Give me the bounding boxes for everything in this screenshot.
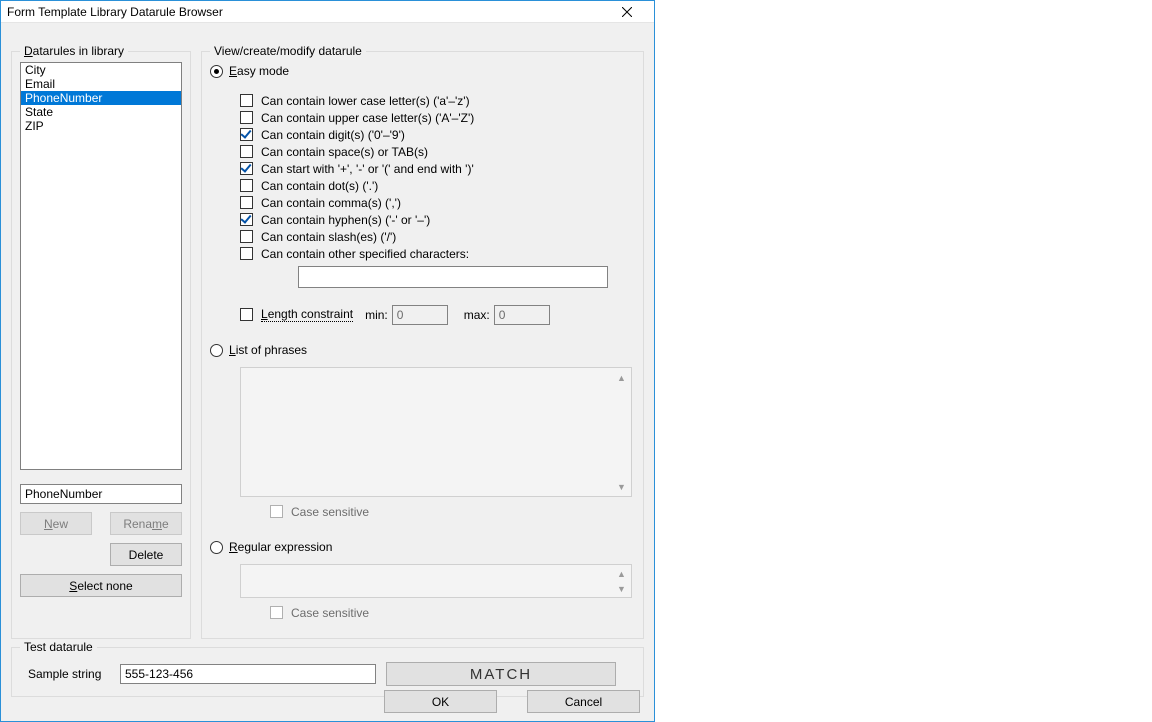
window-title: Form Template Library Datarule Browser (7, 5, 604, 19)
easy-check[interactable] (240, 145, 253, 158)
easy-check-row: Can contain comma(s) (',') (240, 194, 635, 211)
easy-checks-area: Can contain lower case letter(s) ('a'–'z… (240, 92, 635, 262)
phrases-case-sensitive-label: Case sensitive (291, 505, 369, 519)
sidebar-group-label: Datarules in library (20, 44, 128, 58)
regex-case-sensitive-label: Case sensitive (291, 606, 369, 620)
easy-check[interactable] (240, 247, 253, 260)
max-input[interactable] (494, 305, 550, 325)
list-item[interactable]: City (21, 63, 181, 77)
detail-group: View/create/modify datarule Easy mode Ca… (201, 51, 644, 639)
easy-check-label: Can contain dot(s) ('.') (261, 179, 378, 193)
phrases-textarea[interactable]: ▲ ▼ (240, 367, 632, 497)
other-chars-input[interactable] (298, 266, 608, 288)
easy-check-row: Can contain hyphen(s) ('-' or '–') (240, 211, 635, 228)
easy-check-row: Can contain other specified characters: (240, 245, 635, 262)
easy-mode-radio[interactable]: Easy mode (210, 64, 635, 78)
dialog-window: Form Template Library Datarule Browser D… (0, 0, 655, 722)
easy-check-row: Can contain dot(s) ('.') (240, 177, 635, 194)
list-of-phrases-radio[interactable]: List of phrases (210, 343, 635, 357)
client-area: Datarules in library CityEmailPhoneNumbe… (1, 23, 654, 721)
phrases-case-sensitive-check[interactable] (270, 505, 283, 518)
footer-buttons: OK Cancel (384, 690, 640, 713)
cancel-button[interactable]: Cancel (527, 690, 640, 713)
max-label: max: (464, 308, 490, 322)
list-item[interactable]: PhoneNumber (21, 91, 181, 105)
easy-check[interactable] (240, 230, 253, 243)
easy-check-row: Can contain slash(es) ('/') (240, 228, 635, 245)
close-button[interactable] (604, 2, 650, 22)
length-constraint-check[interactable] (240, 308, 253, 321)
easy-check-label: Can contain digit(s) ('0'–'9') (261, 128, 405, 142)
list-item[interactable]: State (21, 105, 181, 119)
regex-case-sensitive-check[interactable] (270, 606, 283, 619)
scroll-down-icon[interactable]: ▼ (614, 581, 629, 596)
ok-button[interactable]: OK (384, 690, 497, 713)
easy-check[interactable] (240, 94, 253, 107)
easy-check-row: Can contain digit(s) ('0'–'9') (240, 126, 635, 143)
new-button[interactable]: New (20, 512, 92, 535)
titlebar: Form Template Library Datarule Browser (1, 1, 654, 23)
easy-check-label: Can contain comma(s) (',') (261, 196, 401, 210)
easy-check-label: Can contain slash(es) ('/') (261, 230, 396, 244)
easy-check[interactable] (240, 213, 253, 226)
easy-check[interactable] (240, 196, 253, 209)
easy-check-row: Can contain space(s) or TAB(s) (240, 143, 635, 160)
datarule-name-input[interactable] (20, 484, 182, 504)
sample-string-label: Sample string (20, 667, 110, 681)
easy-check-row: Can contain upper case letter(s) ('A'–'Z… (240, 109, 635, 126)
scroll-up-icon[interactable]: ▲ (614, 566, 629, 581)
easy-check-row: Can contain lower case letter(s) ('a'–'z… (240, 92, 635, 109)
sample-string-input[interactable] (120, 664, 376, 684)
scroll-up-icon[interactable]: ▲ (614, 370, 629, 385)
easy-check-label: Can contain hyphen(s) ('-' or '–') (261, 213, 430, 227)
easy-mode-radio-input[interactable] (210, 65, 223, 78)
easy-check-label: Can contain space(s) or TAB(s) (261, 145, 428, 159)
list-item[interactable]: ZIP (21, 119, 181, 133)
match-button[interactable]: MATCH (386, 662, 616, 686)
detail-group-label: View/create/modify datarule (210, 44, 366, 58)
test-group-label: Test datarule (20, 640, 97, 654)
rename-button[interactable]: Rename (110, 512, 182, 535)
list-of-phrases-radio-input[interactable] (210, 344, 223, 357)
easy-check[interactable] (240, 162, 253, 175)
easy-check-label: Can contain other specified characters: (261, 247, 469, 261)
easy-check[interactable] (240, 111, 253, 124)
min-label: min: (365, 308, 388, 322)
easy-check-label: Can contain upper case letter(s) ('A'–'Z… (261, 111, 474, 125)
easy-check[interactable] (240, 179, 253, 192)
regex-radio[interactable]: Regular expression (210, 540, 635, 554)
length-constraint-label: Length constraint (261, 307, 353, 322)
datarule-listbox[interactable]: CityEmailPhoneNumberStateZIP (20, 62, 182, 470)
delete-button[interactable]: Delete (110, 543, 182, 566)
sidebar-group: Datarules in library CityEmailPhoneNumbe… (11, 51, 191, 639)
min-input[interactable] (392, 305, 448, 325)
select-none-button[interactable]: Select none (20, 574, 182, 597)
scroll-down-icon[interactable]: ▼ (614, 479, 629, 494)
easy-check[interactable] (240, 128, 253, 141)
list-item[interactable]: Email (21, 77, 181, 91)
close-icon (622, 7, 632, 17)
easy-check-label: Can contain lower case letter(s) ('a'–'z… (261, 94, 470, 108)
regex-input[interactable]: ▲ ▼ (240, 564, 632, 598)
regex-radio-input[interactable] (210, 541, 223, 554)
easy-check-row: Can start with '+', '-' or '(' and end w… (240, 160, 635, 177)
easy-check-label: Can start with '+', '-' or '(' and end w… (261, 162, 474, 176)
